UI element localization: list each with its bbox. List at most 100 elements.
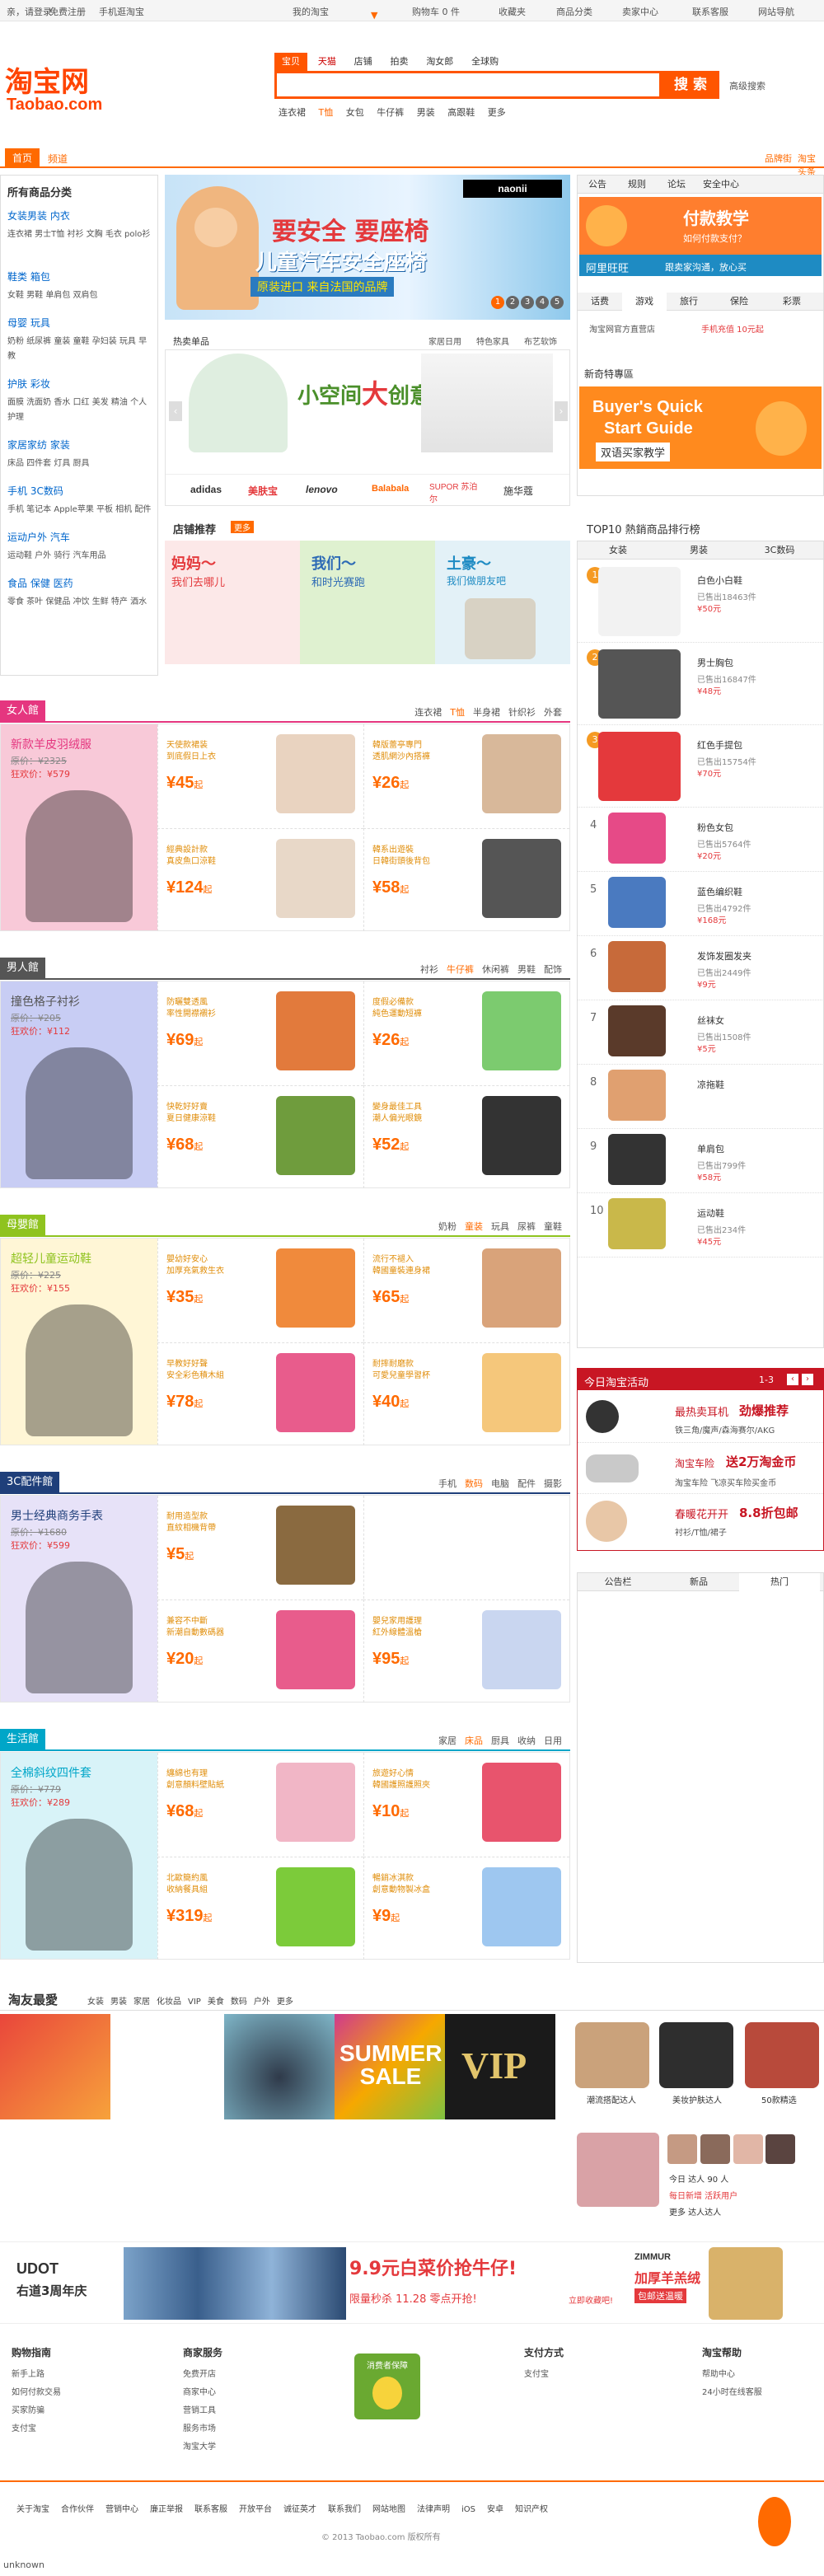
banner-dot[interactable]: 5 bbox=[550, 296, 564, 309]
rank-item-image[interactable] bbox=[608, 1070, 666, 1121]
product-desc[interactable]: 夏日健康涼鞋 bbox=[166, 1111, 216, 1123]
section-link[interactable]: 休闲裤 bbox=[482, 964, 509, 975]
section-link[interactable]: 家居 bbox=[438, 1735, 456, 1746]
guide-banner[interactable]: Buyer's Quick Start Guide 双语买家教学 bbox=[579, 386, 822, 469]
bottom-link[interactable]: iOS bbox=[461, 2505, 475, 2514]
product-image[interactable] bbox=[276, 1096, 355, 1175]
section-link[interactable]: 配饰 bbox=[544, 964, 562, 975]
featured-title[interactable]: 超轻儿童运动鞋 bbox=[11, 1250, 91, 1267]
product-desc[interactable]: 韓系出遊裝 bbox=[372, 842, 414, 855]
product-cell[interactable]: 嬰幼好安心 加厚充氣救生衣 ¥35起 bbox=[157, 1239, 363, 1342]
product-image[interactable] bbox=[276, 1353, 355, 1432]
section-link[interactable]: 数码 bbox=[465, 1478, 483, 1489]
rank-item-title[interactable]: 白色小白鞋 bbox=[697, 574, 742, 587]
section-link[interactable]: 玩具 bbox=[491, 1221, 509, 1232]
product-cell[interactable]: 防曬雙透風 率性開襟襯衫 ¥69起 bbox=[157, 981, 363, 1084]
tab-hot[interactable]: 热门 bbox=[739, 1573, 820, 1591]
product-cell[interactable]: 北歐簡約風 收納餐具組 ¥319起 bbox=[157, 1857, 363, 1960]
rank-item-image[interactable] bbox=[598, 732, 681, 801]
section-link[interactable]: 男鞋 bbox=[517, 964, 536, 975]
product-desc[interactable]: 日韓街頭後背包 bbox=[372, 854, 430, 866]
section-link[interactable]: 日用 bbox=[544, 1735, 562, 1746]
fan-photo[interactable] bbox=[577, 2133, 659, 2207]
rank-item-title[interactable]: 红色手提包 bbox=[697, 738, 742, 752]
mini-tab[interactable]: 旅行 bbox=[667, 293, 711, 311]
cart-count[interactable]: 购物车 0 件 bbox=[412, 5, 460, 18]
rank-item-title[interactable]: 单肩包 bbox=[697, 1142, 724, 1155]
section-link[interactable]: 童装 bbox=[465, 1221, 483, 1232]
bottom-link[interactable]: 知识产权 bbox=[515, 2505, 548, 2514]
section-link[interactable]: 针织衫 bbox=[508, 707, 536, 718]
product-desc[interactable]: 嬰幼好安心 bbox=[166, 1252, 208, 1264]
rank-row[interactable]: 5 蓝色编织鞋 已售出4792件 ¥168元 bbox=[577, 872, 824, 936]
category-item[interactable]: 母婴 玩具 奶粉 纸尿裤 童装 童鞋 孕妇装 玩具 早教 bbox=[7, 316, 154, 364]
product-desc[interactable]: 暢銷冰淇款 bbox=[372, 1871, 414, 1883]
section-link[interactable]: 摄影 bbox=[544, 1478, 562, 1489]
category-item[interactable]: 手机 3C数码 手机 笔记本 Apple苹果 平板 相机 配件 bbox=[7, 484, 154, 518]
brand-lenovo[interactable]: lenovo bbox=[306, 484, 338, 495]
footer-link[interactable]: 24小时在线客服 bbox=[702, 2384, 824, 2402]
section-label[interactable]: 男人館 bbox=[0, 958, 46, 979]
udot-logo[interactable]: UDOT bbox=[16, 2260, 59, 2278]
product-cell[interactable]: 經典設計款 真皮魚口涼鞋 ¥124起 bbox=[157, 828, 363, 931]
featured-title[interactable]: 全棉斜纹四件套 bbox=[11, 1764, 91, 1781]
hot-word[interactable]: 女包 bbox=[346, 107, 364, 118]
featured-title[interactable]: 新款羊皮羽绒服 bbox=[11, 736, 91, 752]
nav-channel[interactable]: 频道 bbox=[48, 152, 68, 166]
product-desc[interactable]: 紅外線體溫槍 bbox=[372, 1625, 422, 1637]
product-desc[interactable]: 加厚充氣救生衣 bbox=[166, 1263, 224, 1276]
second-banner[interactable]: ‹ › 小空间大创意 adidas 美肤宝 lenovo Balabala SU… bbox=[165, 349, 570, 506]
second-banner-link[interactable]: 家居日用 bbox=[428, 335, 461, 347]
category-item-title[interactable]: 母婴 玩具 bbox=[7, 316, 154, 330]
rank-item-title[interactable]: 运动鞋 bbox=[697, 1206, 724, 1220]
hot-word[interactable]: 连衣裙 bbox=[279, 107, 306, 118]
product-image[interactable] bbox=[276, 1248, 355, 1328]
rank-item-image[interactable] bbox=[608, 1134, 666, 1185]
category-item-title[interactable]: 家居家纺 家装 bbox=[7, 438, 154, 452]
product-image[interactable] bbox=[482, 1353, 561, 1432]
product-desc[interactable]: 耐摔耐磨款 bbox=[372, 1356, 414, 1369]
product-desc[interactable]: 率性開襟襯衫 bbox=[166, 1006, 216, 1019]
search-tab-global[interactable]: 全球购 bbox=[464, 53, 506, 71]
footer-link[interactable]: 支付宝 bbox=[524, 2366, 656, 2384]
bottom-link[interactable]: 安卓 bbox=[487, 2505, 503, 2514]
product-image[interactable] bbox=[482, 1763, 561, 1842]
section-label[interactable]: 女人館 bbox=[0, 700, 46, 722]
featured-title[interactable]: 男士经典商务手表 bbox=[11, 1507, 103, 1524]
prev-icon[interactable]: ‹ bbox=[787, 1374, 798, 1385]
register-link[interactable]: 免费注册 bbox=[49, 5, 86, 18]
category-item-title[interactable]: 女装男装 内衣 bbox=[7, 208, 154, 222]
avatar[interactable] bbox=[733, 2134, 763, 2164]
category-item-title[interactable]: 手机 3C数码 bbox=[7, 484, 154, 498]
rank-item-title[interactable]: 粉色女包 bbox=[697, 821, 733, 834]
avatar[interactable] bbox=[700, 2134, 730, 2164]
fans-sale-banner[interactable]: SUMMER SALE bbox=[335, 2014, 445, 2119]
guarantee-badge[interactable]: 消费者保障 bbox=[354, 2354, 420, 2419]
section-link[interactable]: 奶粉 bbox=[438, 1221, 456, 1232]
featured-product[interactable]: 全棉斜纹四件套 原价：¥779 狂欢价：¥289 bbox=[1, 1753, 157, 1959]
product-desc[interactable]: 防曬雙透風 bbox=[166, 995, 208, 1007]
section-link[interactable]: 配件 bbox=[517, 1478, 536, 1489]
product-image[interactable] bbox=[482, 839, 561, 918]
arrow-right-icon[interactable]: › bbox=[555, 401, 568, 421]
product-image[interactable] bbox=[482, 1096, 561, 1175]
product-image[interactable] bbox=[276, 1610, 355, 1689]
footer-link[interactable]: 淘宝大学 bbox=[183, 2438, 315, 2457]
hot-word[interactable]: 更多 bbox=[488, 107, 506, 118]
rank-item-title[interactable]: 丝袜女 bbox=[697, 1014, 724, 1027]
brand-adidas[interactable]: adidas bbox=[190, 484, 222, 495]
hot-word[interactable]: 男装 bbox=[417, 107, 435, 118]
product-image[interactable] bbox=[482, 1867, 561, 1946]
fans-link[interactable]: 家居 bbox=[133, 1998, 150, 2007]
product-desc[interactable]: 創意動物製冰盒 bbox=[372, 1882, 430, 1895]
rank-row[interactable]: 1 白色小白鞋 已售出18463件 ¥50元 bbox=[577, 560, 824, 643]
product-desc[interactable]: 新潮自動數碼器 bbox=[166, 1625, 224, 1637]
rank-item-image[interactable] bbox=[608, 877, 666, 928]
my-taobao-link[interactable]: 我的淘宝 bbox=[293, 5, 329, 18]
section-link[interactable]: 牛仔裤 bbox=[447, 964, 474, 975]
mini-tab[interactable]: 彩票 bbox=[767, 293, 817, 311]
product-desc[interactable]: 旅遊好心情 bbox=[372, 1766, 414, 1778]
category-item[interactable]: 护肤 彩妆 面膜 洗面奶 香水 口红 美发 精油 个人护理 bbox=[7, 377, 154, 425]
rank-item-image[interactable] bbox=[608, 1198, 666, 1249]
rank-item-image[interactable] bbox=[608, 1005, 666, 1056]
